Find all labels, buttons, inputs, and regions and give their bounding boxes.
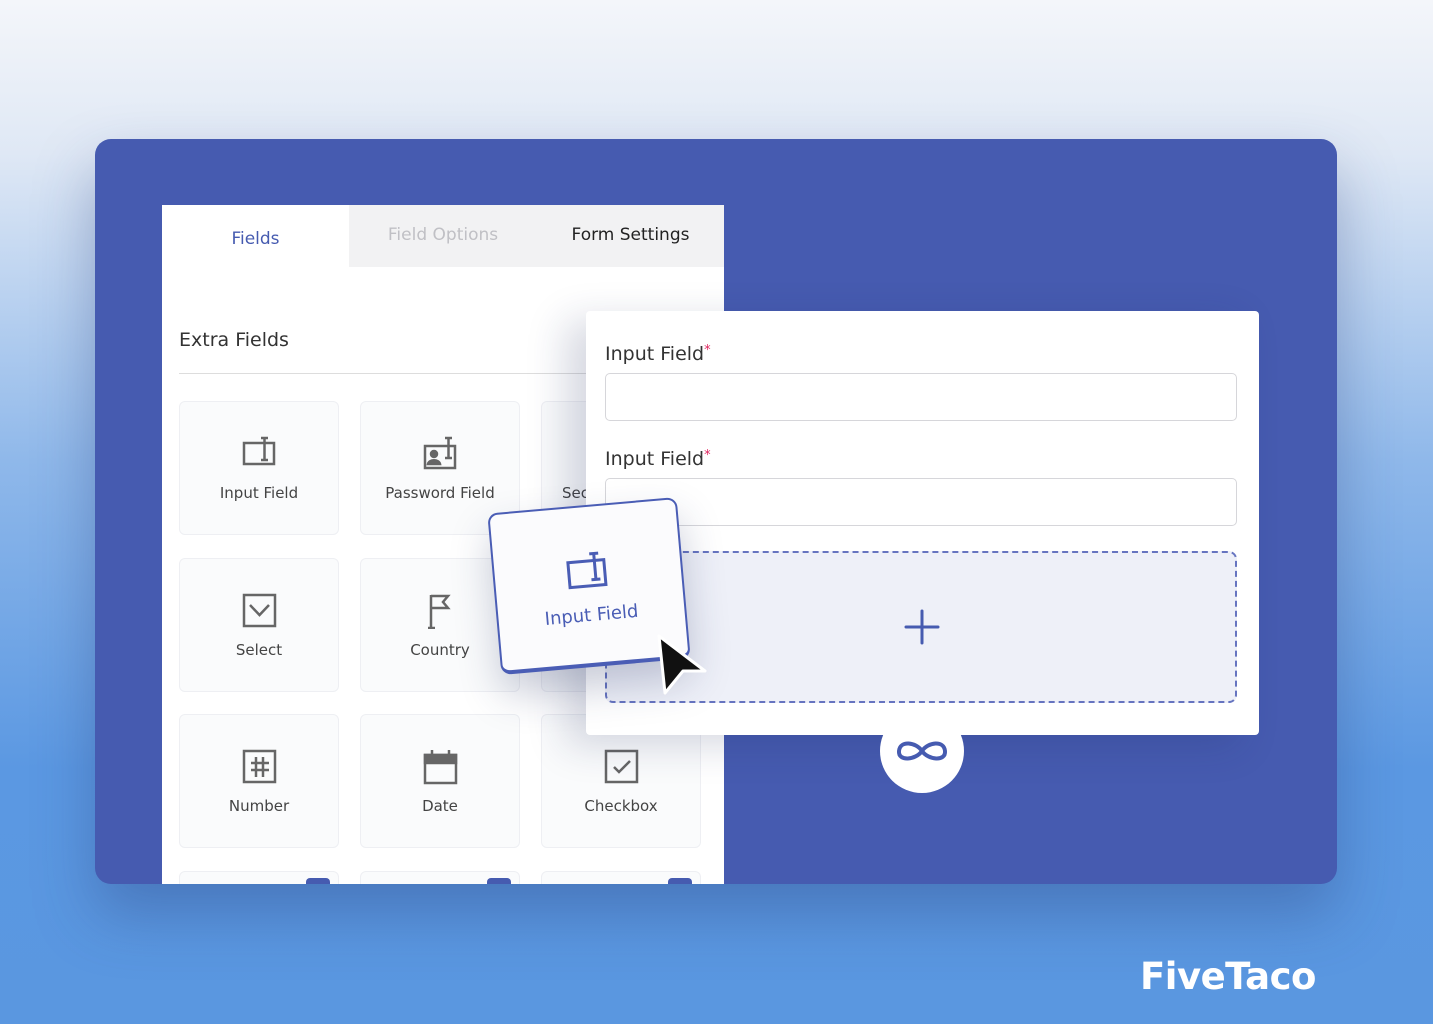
input-field-2[interactable] bbox=[605, 478, 1237, 526]
main-card: Fields Field Options Form Settings Extra… bbox=[95, 139, 1337, 884]
input-field-1[interactable] bbox=[605, 373, 1237, 421]
select-icon bbox=[242, 593, 277, 628]
badge bbox=[306, 878, 330, 884]
brand-logo: FiveTaco bbox=[1140, 955, 1316, 998]
tile-label: Date bbox=[422, 797, 458, 815]
tile-label: Password Field bbox=[385, 484, 495, 502]
checkbox-icon bbox=[604, 749, 639, 784]
badge bbox=[487, 878, 511, 884]
tile-date[interactable]: Date bbox=[360, 714, 520, 848]
divider bbox=[179, 373, 609, 374]
tile-label: Country bbox=[410, 641, 470, 659]
tile-row4[interactable] bbox=[541, 871, 701, 884]
tab-fields[interactable]: Fields bbox=[162, 211, 349, 273]
tile-label: Select bbox=[235, 641, 283, 659]
drag-card-label: Input Field bbox=[543, 600, 640, 630]
flag-icon bbox=[428, 594, 451, 629]
tile-select[interactable]: Select bbox=[179, 558, 339, 692]
tile-row4[interactable] bbox=[360, 871, 520, 884]
tab-form-settings[interactable]: Form Settings bbox=[537, 207, 724, 263]
badge bbox=[668, 878, 692, 884]
tile-input-field[interactable]: Input Field bbox=[179, 401, 339, 535]
cursor-arrow-icon bbox=[657, 634, 707, 695]
input-field-icon bbox=[242, 436, 276, 466]
plus-icon bbox=[904, 609, 940, 645]
tile-label: Checkbox bbox=[584, 797, 658, 815]
field-label: Input Field* bbox=[605, 448, 711, 470]
infinity-button[interactable] bbox=[880, 709, 964, 793]
calendar-icon bbox=[423, 750, 458, 785]
password-field-icon bbox=[423, 436, 457, 470]
tile-number[interactable]: Number bbox=[179, 714, 339, 848]
tab-field-options[interactable]: Field Options bbox=[349, 207, 537, 263]
infinity-icon bbox=[897, 741, 947, 761]
tile-label: Number bbox=[228, 797, 290, 815]
number-icon bbox=[242, 749, 277, 784]
field-label: Input Field* bbox=[605, 343, 711, 365]
section-title: Extra Fields bbox=[179, 329, 289, 351]
tile-label: Input Field bbox=[219, 484, 299, 502]
input-field-icon bbox=[566, 551, 608, 590]
tile-row4[interactable] bbox=[179, 871, 339, 884]
